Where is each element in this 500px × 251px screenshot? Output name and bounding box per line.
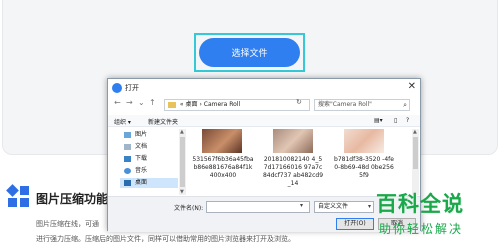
files-scrollbar[interactable]: ▲: [412, 129, 419, 195]
file-name-label: 文件名(N):: [174, 205, 204, 212]
forward-arrow-icon[interactable]: →: [126, 98, 133, 107]
sidebar-item-pictures[interactable]: 图片: [124, 130, 147, 140]
view-options-icon[interactable]: ▤▾: [374, 117, 383, 124]
scroll-down-icon[interactable]: ▼: [180, 189, 184, 195]
folder-icon: [168, 101, 176, 108]
dialog-bottom-bar: 文件名(N): ▾ 自定义文件 ▾ 打开(O) 取消: [108, 196, 420, 232]
file-name[interactable]: 201810082140 4_57d17166016 97a7c84dcf737…: [262, 156, 324, 188]
refresh-icon[interactable]: ↻: [296, 98, 302, 106]
close-icon[interactable]: ✕: [408, 81, 416, 92]
search-placeholder: 搜索"Camera Roll": [318, 101, 372, 108]
scroll-up-icon[interactable]: ▲: [413, 129, 417, 135]
feature-desc-line-2: 进行强力压缩。压缩后的图片文件，同样可以借助常用的图片浏览器来打开及浏览。: [36, 235, 295, 243]
file-type-select[interactable]: 自定义文件 ▾: [314, 201, 374, 213]
downloads-icon: [124, 155, 131, 162]
feature-icon: [6, 184, 30, 208]
sidebar-item-documents[interactable]: 文档: [124, 142, 147, 152]
documents-icon: [124, 143, 131, 150]
navigation-row: ← → ⌄ ↑ « 桌面 › Camera Roll ↻ 搜索"Camera R…: [108, 98, 420, 112]
scrollbar-thumb[interactable]: [180, 137, 185, 187]
address-part-desktop[interactable]: 桌面: [186, 101, 198, 108]
select-file-button[interactable]: 选择文件: [199, 38, 300, 67]
chevron-down-icon[interactable]: ▾: [300, 202, 303, 209]
organize-menu[interactable]: 组织 ▾: [114, 117, 131, 126]
sidebar-scrollbar[interactable]: ▲ ▼: [179, 129, 186, 195]
file-thumbnail[interactable]: [344, 129, 384, 153]
address-bar[interactable]: « 桌面 › Camera Roll: [164, 99, 310, 111]
scroll-up-icon[interactable]: ▲: [180, 129, 184, 135]
file-name[interactable]: 531567f6b36a45fbab86e881676a84f1k400x400: [192, 156, 254, 180]
file-thumbnail[interactable]: [273, 129, 313, 153]
feature-desc-line-1: 图片压缩在线，可通: [36, 220, 99, 228]
chevron-down-icon: ▾: [367, 203, 371, 210]
file-name[interactable]: b781df38-3520 -4fe0-8b69-48d 0be2565f9: [333, 156, 395, 180]
dialog-toolbar: 组织 ▾ 新建文件夹 ▤▾ ▯ ?: [108, 115, 420, 127]
dialog-title: 打开: [125, 84, 139, 92]
address-separator: ›: [199, 101, 202, 108]
navigation-pane: 图片 文档 下载 音乐 桌面 ▲ ▼: [108, 129, 186, 195]
preview-pane-icon[interactable]: ▯: [394, 117, 397, 124]
search-icon: ⌕: [403, 101, 407, 109]
sidebar-item-music[interactable]: 音乐: [124, 166, 147, 176]
up-arrow-icon[interactable]: ↑: [149, 98, 156, 107]
file-thumbnail[interactable]: [202, 129, 242, 153]
dialog-title-bar: 打开 ✕: [108, 79, 420, 97]
desktop-icon: [124, 179, 131, 186]
address-part-camera-roll[interactable]: Camera Roll: [204, 101, 240, 108]
scrollbar-thumb[interactable]: [413, 137, 418, 169]
help-icon[interactable]: ?: [406, 117, 409, 124]
new-folder-button[interactable]: 新建文件夹: [148, 117, 178, 126]
file-name-input[interactable]: [206, 201, 310, 213]
open-file-dialog: 打开 ✕ ← → ⌄ ↑ « 桌面 › Camera Roll ↻ 搜索"Cam…: [107, 78, 421, 232]
app-icon: [112, 83, 122, 93]
music-icon: [124, 167, 131, 174]
sidebar-item-downloads[interactable]: 下载: [124, 154, 147, 164]
recent-locations-icon[interactable]: ⌄: [138, 98, 145, 107]
back-arrow-icon[interactable]: ←: [114, 98, 121, 107]
pictures-icon: [124, 131, 131, 138]
watermark-slogan: 助你轻松解决: [379, 222, 464, 236]
watermark-logo-text: 百科全说: [376, 192, 464, 216]
address-separator: «: [179, 101, 184, 108]
open-button[interactable]: 打开(O): [336, 218, 374, 230]
sidebar-item-desktop[interactable]: 桌面: [120, 178, 178, 188]
feature-title: 图片压缩功能: [36, 192, 109, 206]
search-input[interactable]: 搜索"Camera Roll" ⌕: [314, 99, 410, 111]
